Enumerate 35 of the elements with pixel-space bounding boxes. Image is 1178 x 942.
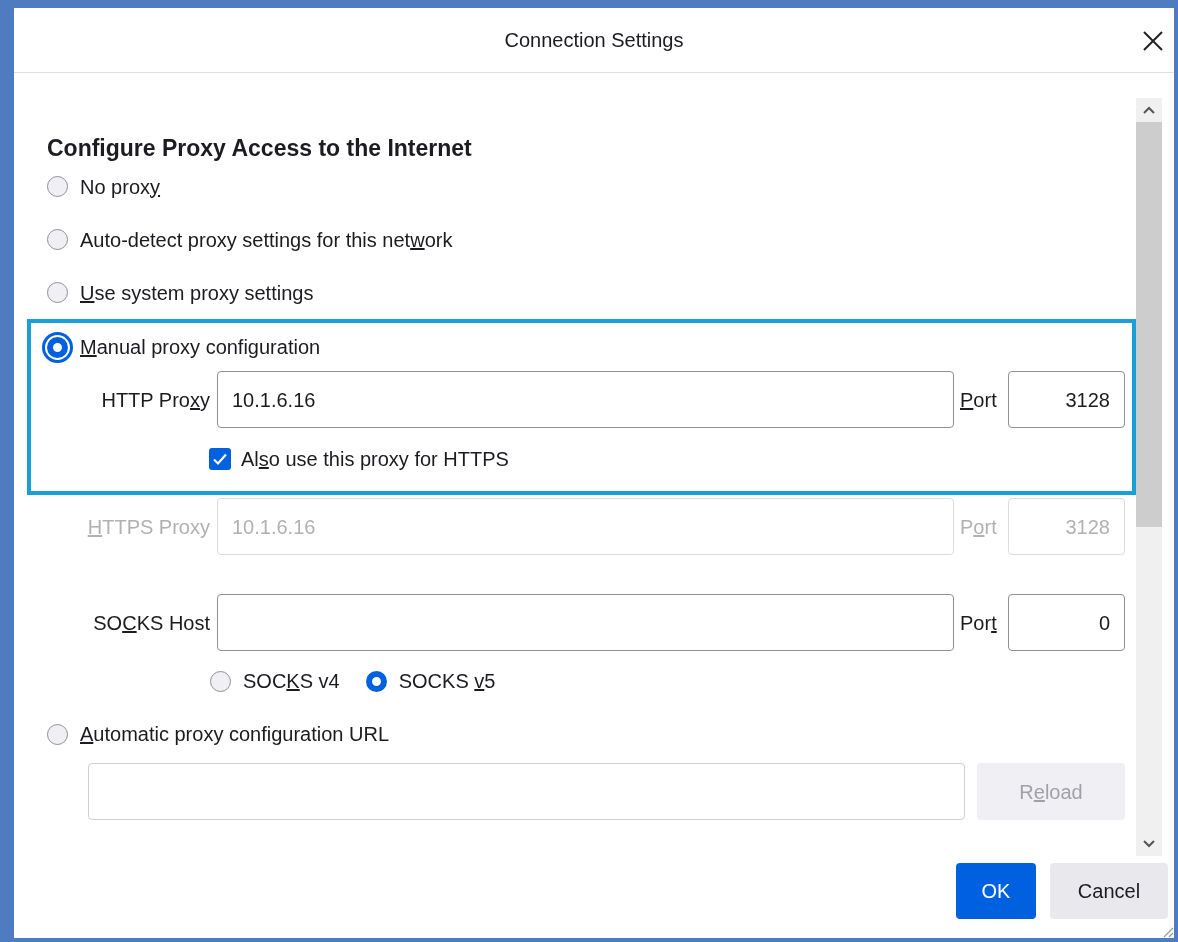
option-label: SOCKS v5 <box>398 669 496 694</box>
field-label: SOCKS Host <box>92 610 211 636</box>
field-label: HTTP Proxy <box>100 387 211 413</box>
port-field[interactable]: 3128 <box>1008 371 1125 428</box>
port-label: Port <box>959 514 998 540</box>
radio-button[interactable] <box>47 723 68 745</box>
option-label: Auto-detect proxy settings for this network <box>80 227 453 253</box>
text-field[interactable] <box>217 594 954 651</box>
text-field[interactable]: 10.1.6.16 <box>217 371 954 428</box>
radio-button[interactable] <box>47 229 68 250</box>
section-heading: Configure Proxy Access to the Internet <box>47 133 473 163</box>
port-field[interactable]: 0 <box>1008 594 1125 651</box>
radio-button[interactable] <box>210 670 231 692</box>
option-label: Automatic proxy configuration URL <box>80 722 390 747</box>
option-label: No proxy <box>80 174 161 200</box>
option-label: Manual proxy configuration <box>80 335 321 360</box>
close-icon[interactable] <box>1142 30 1164 52</box>
window-title: Connection Settings <box>504 28 684 53</box>
scroll-down-icon[interactable] <box>1143 840 1155 848</box>
text-field[interactable] <box>88 763 965 820</box>
radio-button[interactable] <box>47 176 68 197</box>
checkbox[interactable] <box>209 448 231 470</box>
checkmark-icon <box>212 451 228 467</box>
option-label: Use system proxy settings <box>80 280 314 306</box>
scroll-up-icon[interactable] <box>1143 106 1155 114</box>
field-label: HTTPS Proxy <box>86 514 211 540</box>
checkbox-label: Also use this proxy for HTTPS <box>241 447 509 472</box>
port-label: Port <box>959 387 998 413</box>
port-label: Port <box>959 610 998 636</box>
radio-button[interactable] <box>47 282 68 303</box>
cancel-button[interactable]: Cancel <box>1050 863 1168 919</box>
ok-button[interactable]: OK <box>956 863 1036 919</box>
radio-button[interactable] <box>365 670 387 692</box>
option-label: SOCKS v4 <box>243 669 340 694</box>
scrollbar-thumb[interactable] <box>1136 122 1162 527</box>
